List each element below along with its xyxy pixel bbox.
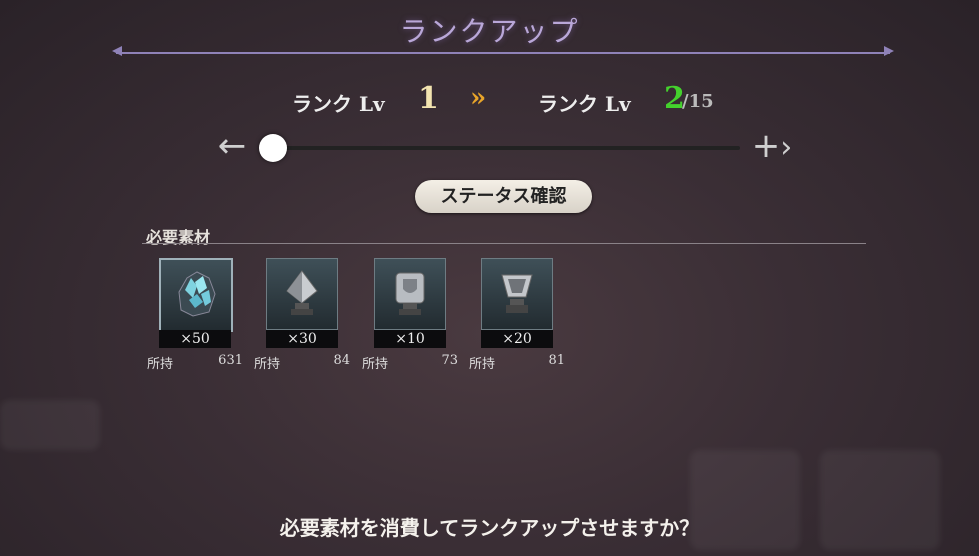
owned-label: 所持 <box>147 357 174 372</box>
owned-label: 所持 <box>362 357 389 372</box>
silver-shield-icon <box>395 272 425 315</box>
material-frame <box>374 258 446 330</box>
rank-slider-track[interactable] <box>270 146 740 150</box>
current-rank-level: 1 <box>418 81 439 116</box>
owned-value: 73 <box>441 353 458 368</box>
status-check-button[interactable]: ステータス確認 <box>415 180 592 213</box>
chevron-right-icon: › <box>780 130 793 165</box>
materials-divider <box>142 243 866 244</box>
material-quantity: ×30 <box>266 330 338 348</box>
material-quantity: ×50 <box>159 330 231 348</box>
silver-pyramid-icon <box>286 270 318 315</box>
current-rank-label: ランク Lv <box>292 92 385 116</box>
confirmation-question: 必要素材を消費してランクアップさせますか？ <box>279 516 700 540</box>
page-title: ランクアップ <box>399 15 580 48</box>
divider-arrow-right-icon <box>884 46 894 56</box>
background-panel <box>0 400 100 450</box>
max-rank-level: /15 <box>682 91 714 112</box>
crystal-icon <box>178 271 216 317</box>
owned-value: 81 <box>548 353 565 368</box>
next-rank-label: ランク Lv <box>538 92 631 116</box>
owned-label: 所持 <box>469 357 496 372</box>
decrease-button[interactable]: ← <box>210 124 254 168</box>
title-divider <box>116 52 890 54</box>
double-chevron-right-icon: » <box>470 83 487 113</box>
owned-value: 631 <box>218 353 243 368</box>
material-quantity: ×20 <box>481 330 553 348</box>
material-frame <box>266 258 338 330</box>
increase-button[interactable]: +› <box>750 124 794 168</box>
required-materials-header: 必要素材 <box>146 228 211 247</box>
plus-icon: + <box>751 126 781 166</box>
rank-row: ランク Lv 1 » ランク Lv 2 /15 <box>0 81 979 119</box>
divider-arrow-left-icon <box>112 46 122 56</box>
owned-value: 84 <box>333 353 350 368</box>
material-frame <box>481 258 553 330</box>
owned-label: 所持 <box>254 357 281 372</box>
material-frame <box>159 258 233 332</box>
material-quantity: ×10 <box>374 330 446 348</box>
rank-slider-handle[interactable] <box>259 134 287 162</box>
silver-gem-icon <box>501 274 533 313</box>
